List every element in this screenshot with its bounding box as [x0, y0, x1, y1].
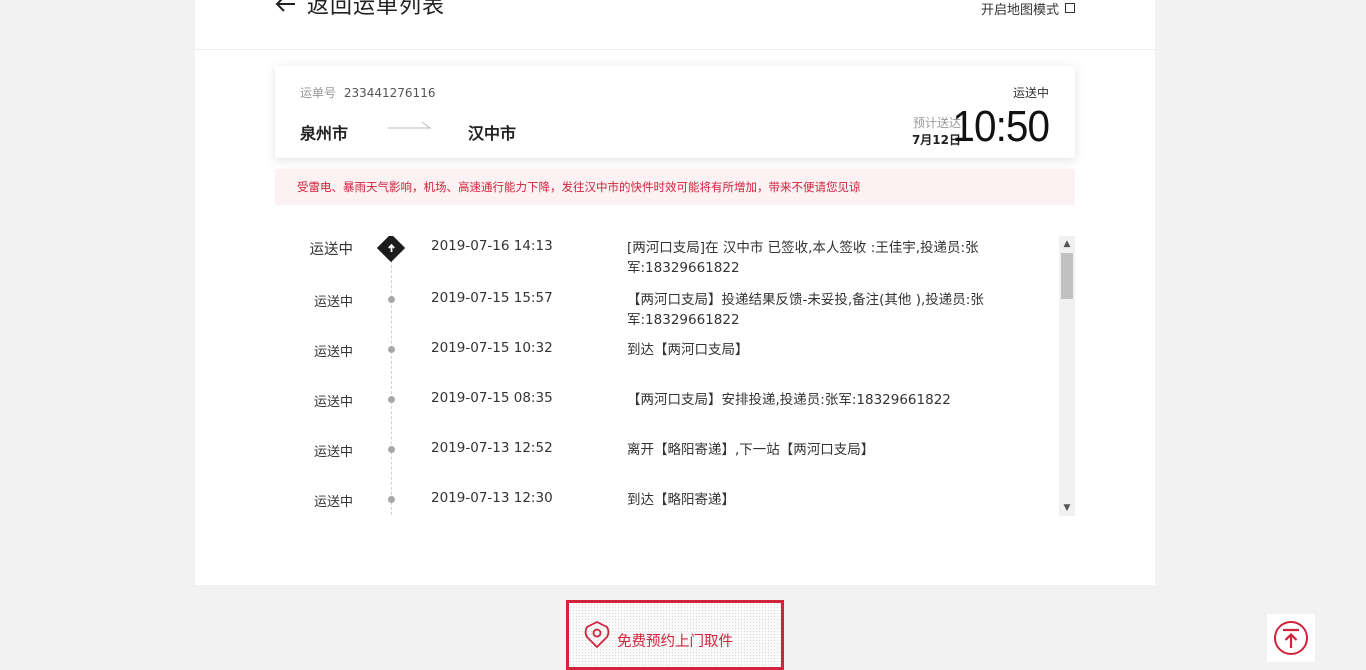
tracking-status: 运送中: [313, 445, 353, 460]
arrow-up-diamond-icon: [388, 243, 395, 252]
waybill-summary-card: 运单号 233441276116 运送中 泉州市 汉中市 预计送达 7月12日 …: [275, 66, 1075, 158]
tracking-time: 2019-07-15 10:32: [431, 340, 553, 356]
tracking-description: 到达【略阳寄递】: [627, 492, 735, 508]
tracking-row: 运送中 2019-07-15 10:32 到达【两河口支局】: [275, 338, 1055, 388]
tracking-description: 到达【两河口支局】: [627, 342, 749, 358]
tracking-time: 2019-07-15 08:35: [431, 390, 553, 406]
timeline-dot: [388, 396, 395, 403]
tracking-time: 2019-07-15 15:57: [431, 290, 553, 306]
tracking-page: 返回运单列表 开启地图模式 运单号 233441276116 运送中 泉州市 汉…: [195, 0, 1155, 585]
tracking-row: 运送中 2019-07-13 12:52 离开【略阳寄递】,下一站【两河口支局】: [275, 438, 1055, 488]
waybill-number-value: 233441276116: [343, 86, 436, 100]
tracking-status: 运送中: [313, 495, 353, 510]
scroll-up-icon[interactable]: ▲: [1059, 236, 1075, 252]
tracking-description: 离开【略阳寄递】,下一站【两河口支局】: [627, 442, 875, 458]
tracking-status: 运送中: [313, 295, 353, 310]
eta-time: 10:50: [952, 102, 1050, 151]
destination-city: 汉中市: [468, 124, 517, 143]
timeline-dot: [388, 496, 395, 503]
tracking-time: 2019-07-16 14:13: [431, 238, 553, 254]
tracking-row: 运送中 2019-07-15 15:57 【两河口支局】投递结果反馈-未妥投,备…: [275, 288, 1055, 338]
origin-city: 泉州市: [300, 124, 349, 143]
tracking-time: 2019-07-13 12:52: [431, 440, 553, 456]
map-mode-toggle[interactable]: 开启地图模式: [980, 0, 1075, 18]
weather-notice: 受雷电、暴雨天气影响，机场、高速通行能力下降，发往汉中市的快件时效可能将有所增加…: [275, 169, 1075, 205]
map-mode-label: 开启地图模式: [980, 2, 1059, 18]
checkbox-icon[interactable]: [1065, 3, 1075, 13]
tracking-timeline[interactable]: 运送中 2019-07-16 14:13 [两河口支局]在 汉中市 已签收,本人…: [275, 236, 1075, 516]
waybill-number-label: 运单号: [300, 86, 337, 100]
back-to-top-icon: [1274, 621, 1308, 655]
scroll-down-icon[interactable]: ▼: [1059, 500, 1075, 516]
arrow-left-icon: [275, 0, 295, 12]
back-to-list-button[interactable]: 返回运单列表: [275, 0, 445, 22]
tracking-time: 2019-07-13 12:30: [431, 490, 553, 506]
waybill-number: 运单号 233441276116: [300, 84, 435, 101]
tracking-description: [两河口支局]在 汉中市 已签收,本人签收 :王佳宇,投递员:张军:183296…: [627, 240, 979, 276]
waybill-status: 运送中: [1012, 86, 1049, 100]
back-to-list-label: 返回运单列表: [307, 0, 446, 19]
tracking-row: 运送中 2019-07-15 08:35 【两河口支局】安排投递,投递员:张军:…: [275, 388, 1055, 438]
timeline-dot: [388, 346, 395, 353]
timeline-scrollbar[interactable]: ▲ ▼: [1059, 236, 1075, 516]
timeline-dot: [388, 296, 395, 303]
top-bar: 返回运单列表 开启地图模式: [195, 0, 1155, 50]
tracking-status: 运送中: [313, 345, 353, 360]
tracking-row: 运送中 2019-07-16 14:13 [两河口支局]在 汉中市 已签收,本人…: [275, 236, 1055, 286]
scrollbar-thumb[interactable]: [1061, 253, 1073, 299]
tracking-description: 【两河口支局】安排投递,投递员:张军:18329661822: [627, 392, 951, 408]
free-pickup-label: 免费预约上门取件: [617, 634, 733, 650]
back-to-top-button[interactable]: [1267, 614, 1315, 662]
tracking-status: 运送中: [309, 242, 354, 258]
tracking-description: 【两河口支局】投递结果反馈-未妥投,备注(其他 ),投递员:张军:1832966…: [627, 292, 984, 328]
location-pin-icon: [584, 621, 610, 648]
timeline-dot: [388, 446, 395, 453]
route-arrow-icon: [388, 121, 432, 129]
tracking-row: 运送中 2019-07-13 12:30 到达【略阳寄递】: [275, 488, 1055, 516]
free-pickup-button[interactable]: 免费预约上门取件: [566, 600, 784, 670]
tracking-status: 运送中: [313, 395, 353, 410]
